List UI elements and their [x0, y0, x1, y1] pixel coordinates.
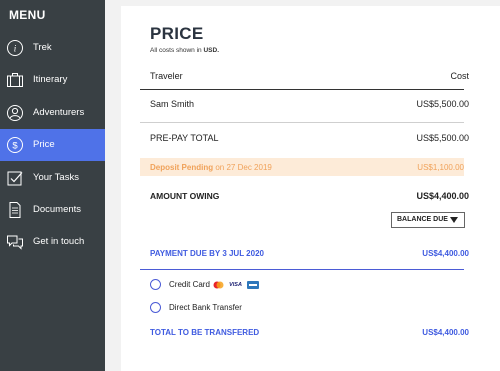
total-transferred-amount: US$4,400.00 — [422, 328, 469, 337]
traveler-name: Sam Smith — [150, 99, 195, 109]
chat-icon — [6, 233, 24, 251]
sidebar-item-label: Adventurers — [33, 107, 85, 118]
sidebar: MENU i Trek Itinerary Adventurers $ Pric… — [0, 0, 105, 371]
payment-due-label: PAYMENT DUE BY 3 JUL 2020 — [150, 249, 264, 258]
payment-due-amount: US$4,400.00 — [422, 249, 469, 258]
sidebar-item-label: Price — [33, 139, 55, 150]
credit-card-radio[interactable] — [150, 279, 161, 290]
visa-logo: VISA — [229, 282, 242, 288]
deposit-amount: US$1,100.00 — [417, 163, 464, 172]
sidebar-item-label: Your Tasks — [33, 172, 79, 183]
sidebar-item-documents[interactable]: Documents — [0, 194, 105, 226]
sidebar-item-itinerary[interactable]: Itinerary — [0, 64, 105, 96]
mastercard-icon — [213, 281, 224, 289]
currency-note: All costs shown in USD. — [150, 47, 219, 54]
chevron-down-icon — [450, 217, 458, 225]
traveler-cost: US$5,500.00 — [416, 99, 469, 109]
column-header-traveler: Traveler — [150, 71, 183, 81]
sidebar-item-trek[interactable]: i Trek — [0, 32, 105, 64]
column-header-cost: Cost — [450, 71, 469, 81]
checkbox-icon — [6, 169, 24, 187]
credit-card-label: Credit Card — [169, 280, 210, 289]
currency-code: USD. — [203, 47, 219, 54]
currency-note-text: All costs shown in — [150, 47, 204, 54]
sidebar-item-your-tasks[interactable]: Your Tasks — [0, 162, 105, 194]
amex-icon — [247, 281, 259, 289]
balance-due-select-value: BALANCE DUE — [397, 216, 448, 223]
prepay-total-amount: US$5,500.00 — [416, 133, 469, 143]
menu-title: MENU — [9, 8, 46, 22]
document-icon — [6, 201, 24, 219]
sidebar-item-label: Itinerary — [33, 74, 68, 85]
deposit-date: on 27 Dec 2019 — [215, 163, 272, 172]
sidebar-item-label: Documents — [33, 204, 82, 215]
prepay-total-label: PRE-PAY TOTAL — [150, 133, 219, 143]
svg-text:i: i — [14, 44, 17, 54]
person-icon — [6, 104, 24, 122]
info-icon: i — [6, 39, 24, 57]
row-divider — [140, 122, 464, 123]
sidebar-item-adventurers[interactable]: Adventurers — [0, 97, 105, 129]
total-transferred-label: TOTAL TO BE TRANSFERED — [150, 328, 260, 337]
sidebar-item-label: Get in touch — [33, 236, 85, 247]
balance-due-select[interactable]: BALANCE DUE — [391, 212, 465, 228]
svg-text:$: $ — [12, 141, 18, 152]
dollar-icon: $ — [6, 136, 24, 154]
deposit-pending: Deposit Pending on 27 Dec 2019 — [150, 163, 272, 172]
sidebar-item-price[interactable]: $ Price — [0, 129, 105, 161]
deposit-pending-label: Deposit Pending — [150, 163, 214, 172]
amount-owing-label: AMOUNT OWING — [150, 191, 220, 201]
sidebar-item-get-in-touch[interactable]: Get in touch — [0, 226, 105, 258]
suitcase-icon — [6, 71, 24, 89]
bank-transfer-label: Direct Bank Transfer — [169, 303, 242, 312]
amount-owing-value: US$4,400.00 — [416, 191, 469, 201]
price-card: PRICE All costs shown in USD. Traveler C… — [121, 6, 500, 371]
page-title: PRICE — [150, 24, 204, 43]
sidebar-item-label: Trek — [33, 42, 52, 53]
header-divider — [140, 89, 464, 90]
payment-divider — [140, 269, 464, 270]
bank-transfer-radio[interactable] — [150, 302, 161, 313]
